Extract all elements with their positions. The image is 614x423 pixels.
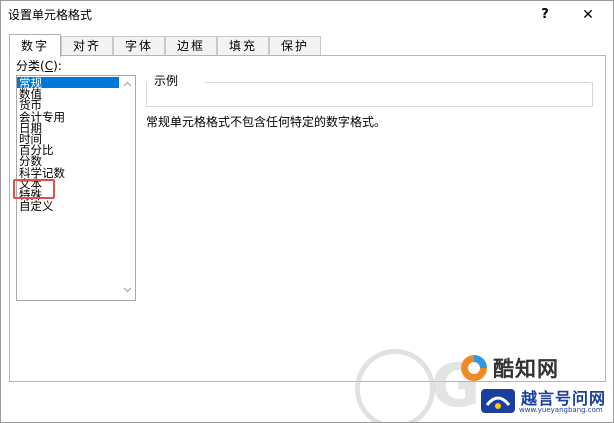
chevron-down-icon[interactable] [120, 284, 135, 298]
tab-fill[interactable]: 填充 [217, 36, 269, 56]
watermark-brand-kuzhi: 酷知网 [493, 357, 559, 381]
category-item[interactable]: 货币 [17, 99, 119, 111]
sample-label: 示例 [151, 74, 182, 89]
watermark-url: www.yueyangbang.com [519, 406, 603, 414]
category-item[interactable]: 科学记数 [17, 166, 119, 178]
tab-border[interactable]: 边框 [165, 36, 217, 56]
dialog-title: 设置单元格格式 [8, 8, 93, 22]
tab-number[interactable]: 数字 [9, 34, 61, 57]
format-description: 常规单元格格式不包含任何特定的数字格式。 [146, 115, 387, 129]
kuzhi-logo-icon [461, 355, 487, 381]
title-bar: 设置单元格格式 ? ✕ [1, 1, 613, 29]
tab-protection[interactable]: 保护 [269, 36, 321, 56]
close-button[interactable]: ✕ [571, 1, 605, 29]
sample-groupbox-top [205, 82, 591, 83]
tab-font[interactable]: 字体 [113, 36, 165, 56]
yueyang-logo-icon [481, 389, 515, 413]
help-icon: ? [541, 7, 549, 22]
watermark-circle [355, 349, 435, 422]
format-cells-dialog: 设置单元格格式 ? ✕ 数字 对齐 字体 边框 填充 保护 分类(C): 常规数… [0, 0, 614, 423]
category-scrollbar[interactable] [120, 76, 135, 300]
tab-alignment[interactable]: 对齐 [61, 36, 113, 56]
category-item[interactable]: 自定义 [17, 200, 119, 212]
category-label: 分类(C): [16, 59, 62, 73]
tab-strip: 数字 对齐 字体 边框 填充 保护 [9, 34, 609, 57]
close-icon: ✕ [582, 7, 594, 23]
category-item[interactable]: 分数 [17, 155, 119, 167]
sample-groupbox [146, 82, 593, 107]
category-accelerator: C [44, 59, 54, 73]
text-category-highlight [13, 179, 55, 199]
help-button[interactable]: ? [528, 1, 562, 29]
chevron-up-icon[interactable] [120, 78, 135, 92]
